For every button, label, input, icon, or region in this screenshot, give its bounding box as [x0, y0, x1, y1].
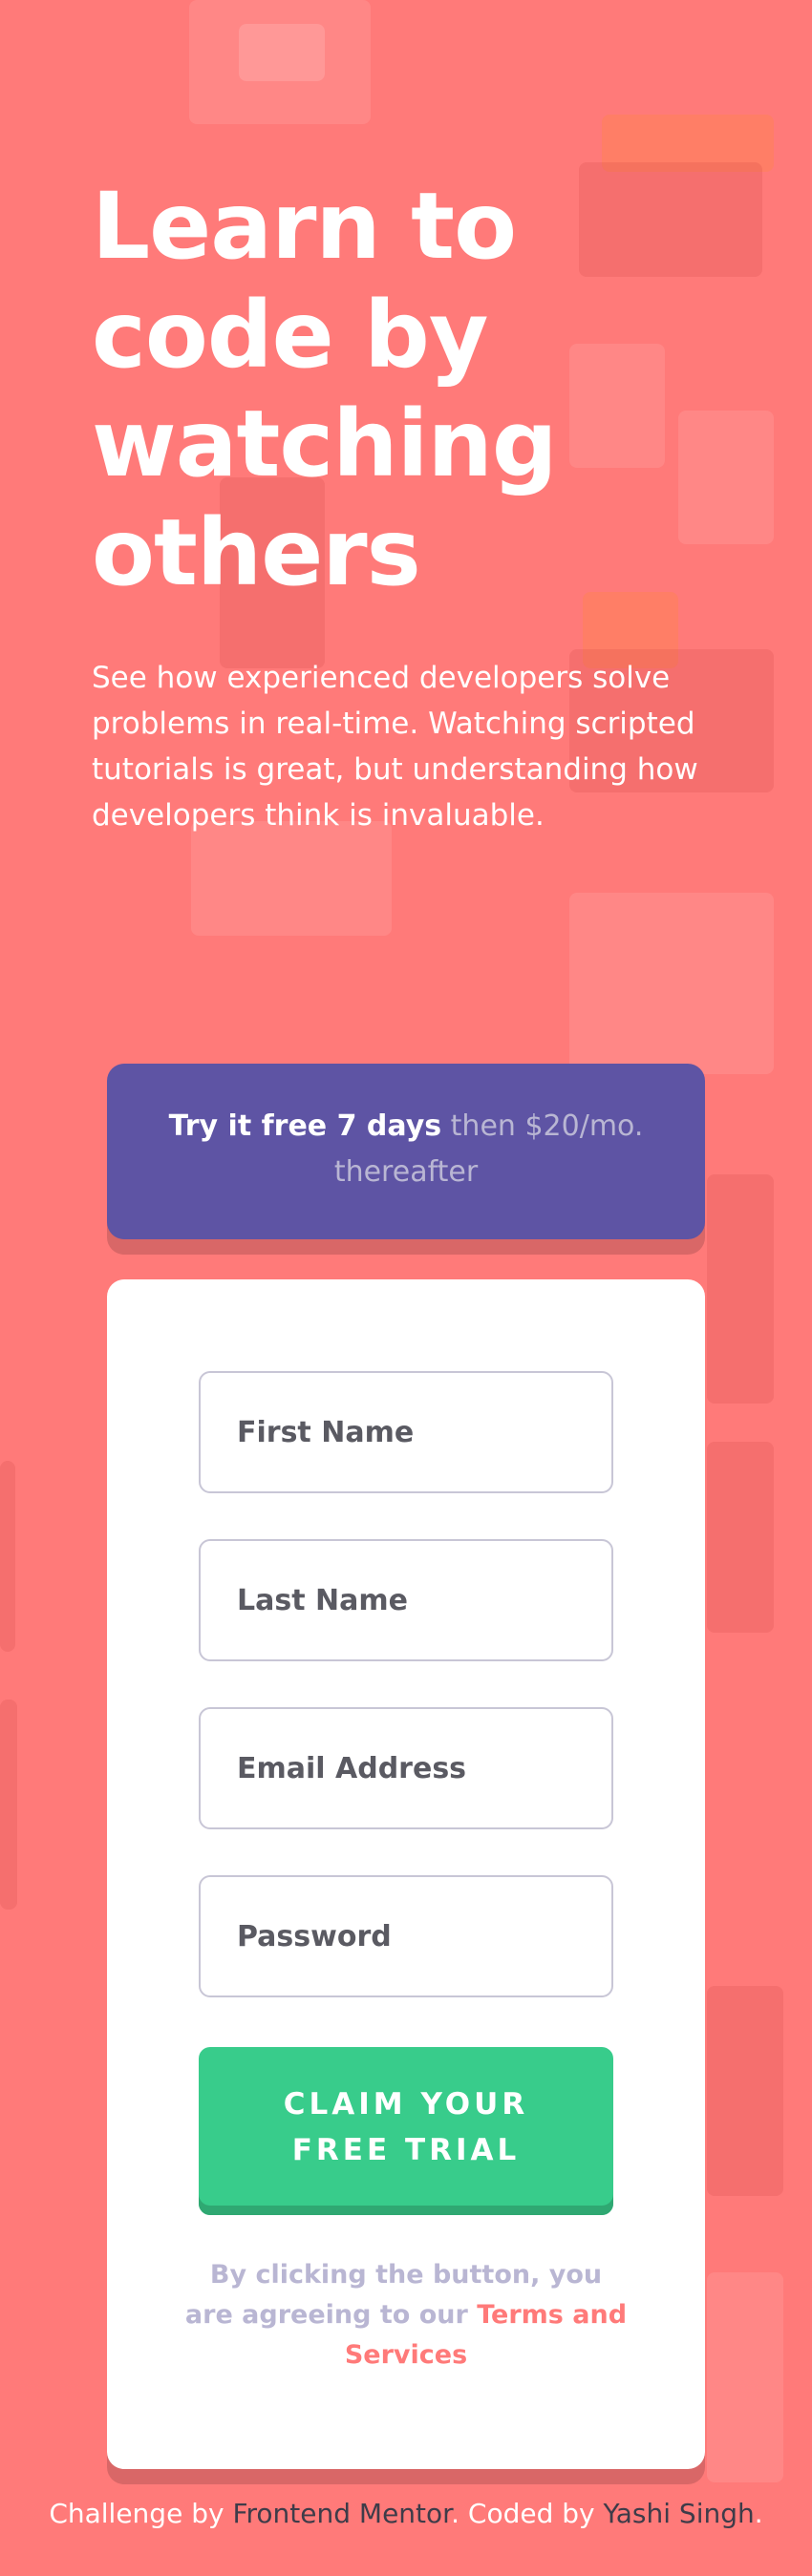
frontend-mentor-link[interactable]: Frontend Mentor — [232, 2498, 451, 2529]
terms-notice: By clicking the button, you are agreeing… — [183, 2255, 629, 2375]
first-name-placeholder: First Name — [237, 1415, 415, 1449]
list-icon — [707, 1174, 774, 1404]
browser-window-icon — [569, 893, 774, 1074]
hero-title-line: code by — [92, 282, 488, 389]
signup-form: First Name Last Name Email Address Passw… — [107, 1279, 705, 2469]
hero-title-line: Learn to — [92, 173, 517, 280]
last-name-placeholder: Last Name — [237, 1583, 408, 1617]
first-name-input[interactable]: First Name — [199, 1371, 613, 1493]
browser-window-icon-2 — [707, 2272, 783, 2482]
hero-title-line: watching — [92, 391, 558, 497]
hero-title: Learn to code by watching others — [92, 172, 722, 607]
clipboard-icon — [707, 1986, 783, 2196]
hero-description: See how experienced developers solve pro… — [92, 661, 698, 833]
password-placeholder: Password — [237, 1919, 392, 1953]
window-icon — [707, 1442, 774, 1633]
footer-prefix: Challenge by — [49, 2498, 224, 2529]
footer-suffix: . — [754, 2498, 763, 2529]
email-input[interactable]: Email Address — [199, 1707, 613, 1829]
hero-title-line: others — [92, 499, 421, 606]
trial-promo-banner: Try it free 7 days then $20/mo. thereaft… — [107, 1064, 705, 1239]
chat-bubble-icon — [191, 821, 392, 936]
footer-middle: . Coded by — [451, 2498, 595, 2529]
roof-shape — [239, 24, 325, 81]
promo-highlight: Try it free 7 days — [168, 1109, 442, 1143]
last-name-input[interactable]: Last Name — [199, 1539, 613, 1661]
author-link[interactable]: Yashi Singh — [604, 2498, 755, 2529]
attribution-footer: Challenge by Frontend Mentor. Coded by Y… — [0, 2498, 812, 2529]
side-shape-2 — [0, 1461, 15, 1652]
email-placeholder: Email Address — [237, 1751, 467, 1785]
claim-trial-button[interactable]: CLAIM YOUR FREE TRIAL — [199, 2047, 613, 2215]
password-input[interactable]: Password — [199, 1875, 613, 1997]
hero-section: Learn to code by watching others See how… — [92, 172, 722, 838]
side-shape — [0, 1700, 17, 1910]
